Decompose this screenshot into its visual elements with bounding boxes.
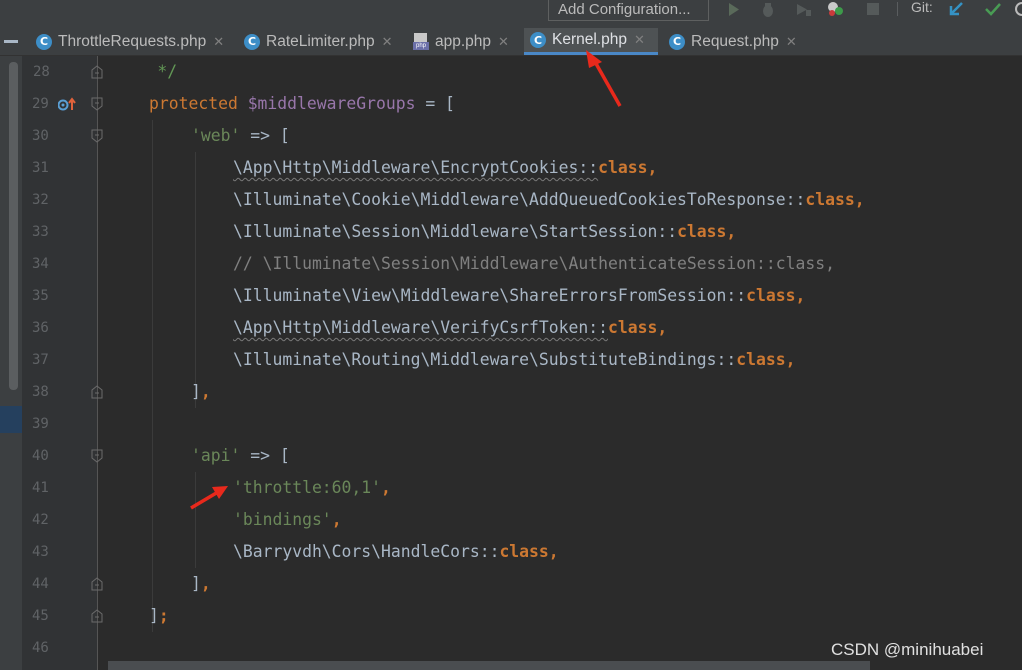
code-line-29: protected $middlewareGroups = [ bbox=[149, 94, 455, 113]
fold-start-icon[interactable] bbox=[91, 97, 103, 111]
class-icon: C bbox=[244, 33, 260, 50]
arrow-down-left-icon[interactable] bbox=[947, 0, 965, 18]
line-number: 37 bbox=[32, 352, 49, 368]
code-line-28: */ bbox=[157, 62, 178, 81]
tab-rate-limiter[interactable]: C RateLimiter.php ✕ bbox=[238, 28, 402, 55]
tab-label: Kernel.php bbox=[552, 31, 627, 48]
code-line-41: 'throttle:60,1', bbox=[233, 478, 391, 497]
tab-label: app.php bbox=[435, 32, 492, 50]
fold-end-icon[interactable] bbox=[91, 609, 103, 623]
code-line-42: 'bindings', bbox=[233, 510, 342, 529]
line-number: 39 bbox=[32, 416, 49, 432]
line-number: 40 bbox=[32, 448, 49, 464]
add-configuration-button[interactable]: Add Configuration... bbox=[548, 0, 709, 21]
bug-icon[interactable] bbox=[760, 0, 776, 18]
tab-app-php[interactable]: php app.php ✕ bbox=[407, 28, 520, 55]
line-number: 42 bbox=[32, 512, 49, 528]
tab-kernel[interactable]: C Kernel.php ✕ bbox=[524, 28, 658, 55]
code-line-34: // \Illuminate\Session\Middleware\Authen… bbox=[233, 254, 835, 273]
tab-throttle-requests[interactable]: C ThrottleRequests.php ✕ bbox=[30, 28, 233, 55]
line-number: 43 bbox=[32, 544, 49, 560]
line-number: 34 bbox=[32, 256, 49, 272]
code-line-45: ]; bbox=[149, 606, 169, 625]
fold-start-icon[interactable] bbox=[91, 129, 103, 143]
fold-end-icon[interactable] bbox=[91, 385, 103, 399]
profiler-icon[interactable] bbox=[826, 0, 846, 18]
code-line-33: \Illuminate\Session\Middleware\StartSess… bbox=[233, 222, 737, 241]
close-icon[interactable]: ✕ bbox=[498, 34, 509, 50]
close-icon[interactable]: ✕ bbox=[786, 34, 797, 50]
line-number: 44 bbox=[32, 576, 49, 592]
code-line-36: \App\Http\Middleware\VerifyCsrfToken::cl… bbox=[233, 318, 668, 337]
indent-guide bbox=[195, 152, 196, 408]
code-line-37: \Illuminate\Routing\Middleware\Substitut… bbox=[233, 350, 796, 369]
line-number: 41 bbox=[32, 480, 49, 496]
class-icon: C bbox=[669, 33, 685, 50]
line-number: 36 bbox=[32, 320, 49, 336]
code-line-32: \Illuminate\Cookie\Middleware\AddQueuedC… bbox=[233, 190, 865, 209]
line-number: 31 bbox=[32, 160, 49, 176]
class-icon: C bbox=[36, 33, 52, 50]
watermark: CSDN @minihuabei bbox=[831, 640, 984, 659]
fold-start-icon[interactable] bbox=[91, 449, 103, 463]
editor-left-strip bbox=[0, 56, 22, 670]
history-icon[interactable] bbox=[1014, 0, 1022, 18]
fold-end-icon[interactable] bbox=[91, 577, 103, 591]
override-marker-icon[interactable] bbox=[58, 97, 80, 111]
play-icon[interactable] bbox=[727, 0, 741, 18]
horizontal-scrollbar[interactable] bbox=[108, 661, 870, 670]
caret-row-marker bbox=[0, 406, 22, 433]
line-number: 33 bbox=[32, 224, 49, 240]
line-number: 32 bbox=[32, 192, 49, 208]
line-number: 46 bbox=[32, 640, 49, 656]
fold-end-icon[interactable] bbox=[91, 65, 103, 79]
close-icon[interactable]: ✕ bbox=[213, 34, 224, 50]
close-icon[interactable]: ✕ bbox=[634, 32, 645, 48]
code-line-40: 'api' => [ bbox=[191, 446, 290, 465]
code-line-44: ], bbox=[191, 574, 211, 593]
line-number: 45 bbox=[32, 608, 49, 624]
close-icon[interactable]: ✕ bbox=[382, 34, 393, 50]
code-line-38: ], bbox=[191, 382, 211, 401]
code-line-43: \Barryvdh\Cors\HandleCors::class, bbox=[233, 542, 559, 561]
line-number: 38 bbox=[32, 384, 49, 400]
indent-guide bbox=[195, 472, 196, 568]
tab-label: Request.php bbox=[691, 32, 779, 50]
code-line-31: \App\Http\Middleware\EncryptCookies::cla… bbox=[233, 158, 658, 177]
tab-label: RateLimiter.php bbox=[266, 32, 375, 50]
line-number: 28 bbox=[33, 64, 50, 80]
check-icon[interactable] bbox=[983, 0, 1003, 18]
vertical-scrollbar[interactable] bbox=[9, 62, 18, 390]
line-number: 29 bbox=[32, 96, 49, 112]
stop-icon[interactable] bbox=[866, 0, 880, 18]
tab-strip-edge bbox=[4, 40, 18, 43]
php-file-icon: php bbox=[413, 33, 429, 50]
tab-request[interactable]: C Request.php ✕ bbox=[663, 28, 808, 55]
code-editor[interactable]: 28 29 30 31 32 33 34 35 36 37 38 39 40 4… bbox=[0, 56, 1022, 670]
code-line-30: 'web' => [ bbox=[191, 126, 290, 145]
indent-guide bbox=[152, 120, 153, 632]
editor-tab-bar: C ThrottleRequests.php ✕ C RateLimiter.p… bbox=[0, 28, 1022, 56]
class-icon: C bbox=[530, 32, 546, 48]
tab-label: ThrottleRequests.php bbox=[58, 32, 207, 50]
main-toolbar: Add Configuration... Git: bbox=[0, 0, 1022, 28]
git-label: Git: bbox=[911, 0, 933, 15]
coverage-icon[interactable] bbox=[794, 0, 812, 18]
line-number: 35 bbox=[32, 288, 49, 304]
toolbar-separator bbox=[897, 2, 898, 16]
code-line-35: \Illuminate\View\Middleware\ShareErrorsF… bbox=[233, 286, 806, 305]
line-number: 30 bbox=[32, 128, 49, 144]
